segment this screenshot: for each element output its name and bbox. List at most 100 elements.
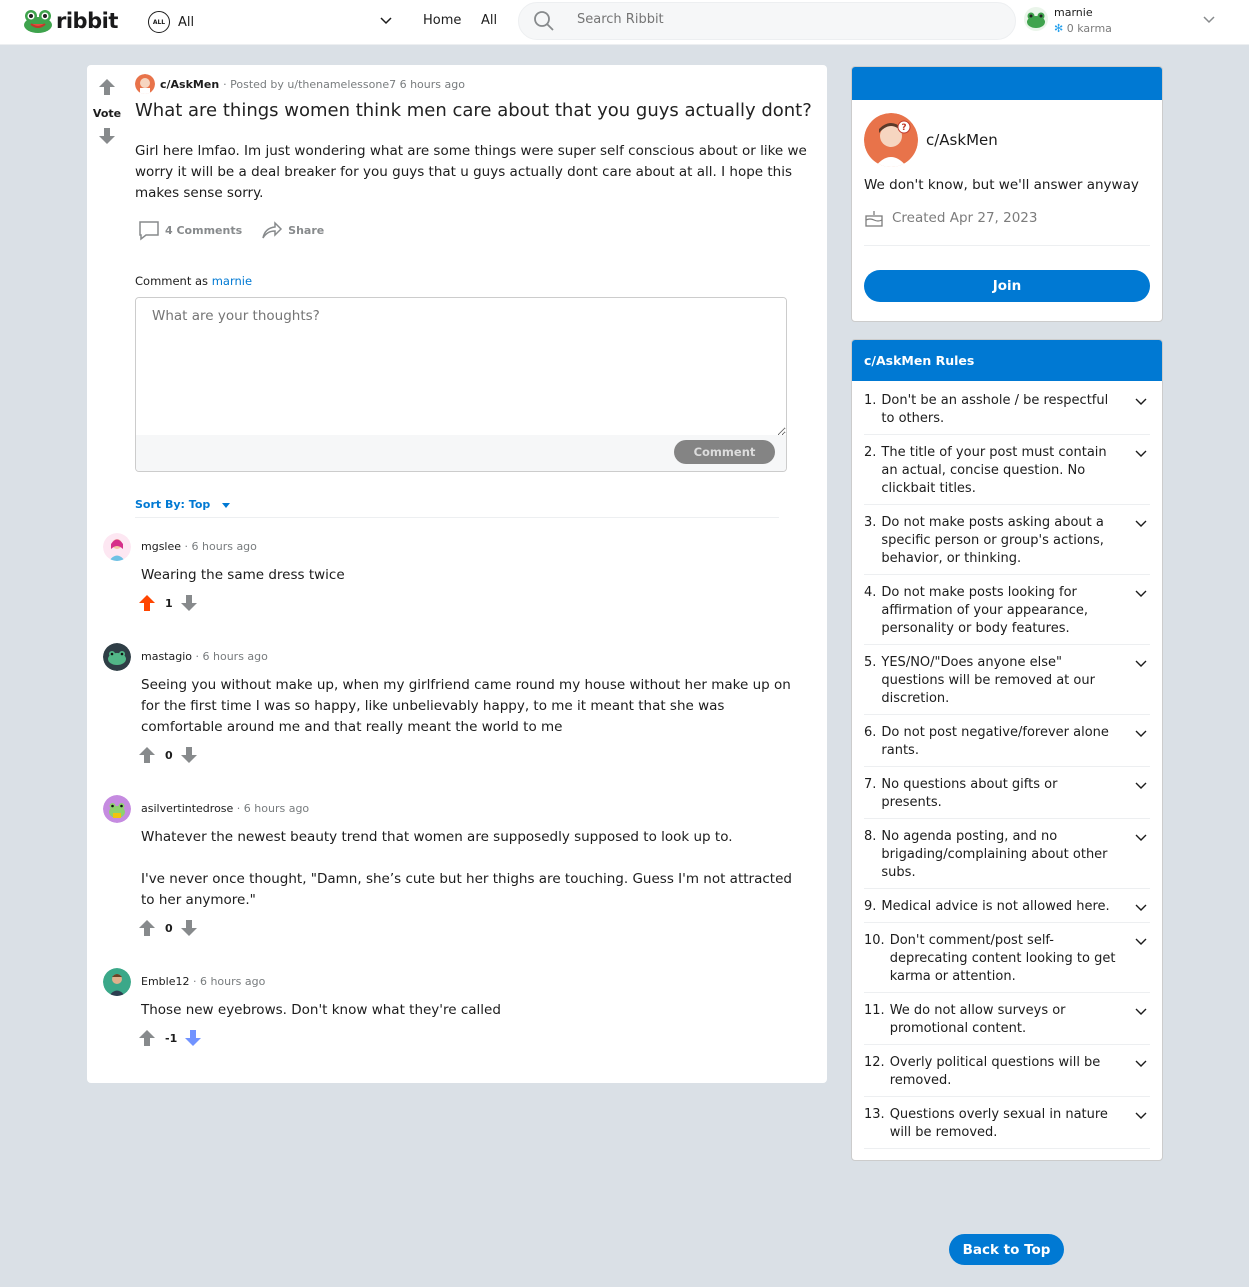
rule-number: 2. [864, 445, 877, 460]
comment-meta: Emble12 · 6 hours ago [141, 975, 265, 988]
commenter-avatar[interactable] [103, 643, 131, 671]
rule-text: We do not allow surveys or promotional c… [889, 1003, 1066, 1036]
back-to-top-button[interactable]: Back to Top [949, 1234, 1064, 1265]
upvote-arrow-icon[interactable] [137, 1028, 157, 1048]
rule-item[interactable]: 1. Don't be an asshole / be respectful to… [864, 383, 1150, 435]
comment-votes: -1 [137, 1028, 203, 1048]
downvote-arrow-icon[interactable] [179, 745, 199, 765]
rule-number: 3. [864, 515, 877, 530]
rule-number: 11. [864, 1003, 885, 1018]
rule-item[interactable]: 7. No questions about gifts or presents. [864, 767, 1150, 819]
comment-as-user[interactable]: marnie [212, 274, 252, 288]
rule-text: Medical advice is not allowed here. [881, 899, 1110, 914]
comment-meta: asilvertintedrose · 6 hours ago [141, 802, 309, 815]
ribbit-logo[interactable]: ribbit [22, 8, 118, 34]
submit-comment-button[interactable]: Comment [674, 440, 775, 464]
rule-item[interactable]: 10. Don't comment/post self-deprecating c… [864, 923, 1150, 993]
post-title: What are things women think men care abo… [135, 100, 812, 121]
chevron-down-icon[interactable] [1134, 587, 1148, 601]
rule-item[interactable]: 13. Questions overly sexual in nature wil… [864, 1097, 1150, 1149]
post-vote-column: Vote [87, 77, 127, 150]
downvote-arrow-icon[interactable] [179, 918, 199, 938]
chevron-down-icon[interactable] [1134, 727, 1148, 741]
rule-item[interactable]: 6. Do not post negative/forever alone ran… [864, 715, 1150, 767]
chevron-down-icon[interactable] [1134, 395, 1148, 409]
rule-item[interactable]: 3. Do not make posts asking about a speci… [864, 505, 1150, 575]
chevron-down-icon[interactable] [1134, 1005, 1148, 1019]
rule-text: Do not post negative/forever alone rants… [881, 725, 1109, 758]
downvote-arrow-icon[interactable] [97, 126, 117, 146]
post-meta: c/AskMen · Posted by u/thenamelessone7 6… [135, 74, 465, 94]
rule-item[interactable]: 11. We do not allow surveys or promotiona… [864, 993, 1150, 1045]
share-label: Share [288, 223, 325, 237]
comments-count: 4 Comments [165, 223, 243, 237]
comment-as-prefix: Comment as [135, 274, 212, 288]
rule-item[interactable]: 5. YES/NO/"Does anyone else" questions wi… [864, 645, 1150, 715]
search-input[interactable] [577, 12, 997, 27]
chevron-down-icon[interactable] [1134, 1057, 1148, 1071]
comment-author[interactable]: Emble12 [141, 975, 189, 988]
comment-score: 1 [165, 596, 173, 610]
search-bar[interactable] [518, 2, 1016, 40]
rule-number: 8. [864, 829, 877, 844]
upvote-arrow-icon[interactable] [97, 77, 117, 97]
nav-all-link[interactable]: All [481, 13, 497, 28]
join-button[interactable]: Join [864, 270, 1150, 302]
feed-selector[interactable]: ALL All [148, 10, 393, 34]
rule-text: No questions about gifts or presents. [881, 777, 1058, 810]
karma-count: ✻ 0 karma [1054, 22, 1112, 35]
rule-number: 13. [864, 1107, 885, 1122]
nav-home-link[interactable]: Home [423, 13, 461, 28]
upvote-arrow-icon[interactable] [137, 918, 157, 938]
svg-text:?: ? [901, 123, 906, 133]
rule-item[interactable]: 4. Do not make posts looking for affirmat… [864, 575, 1150, 645]
commenter-avatar[interactable] [103, 795, 131, 823]
upvote-arrow-icon[interactable] [137, 593, 157, 613]
sort-dropdown[interactable]: Sort By: Top [135, 498, 236, 511]
chevron-down-icon[interactable] [1134, 901, 1148, 915]
chevron-down-icon[interactable] [1134, 517, 1148, 531]
rule-item[interactable]: 2. The title of your post must contain an… [864, 435, 1150, 505]
rule-number: 7. [864, 777, 877, 792]
vote-label: Vote [92, 107, 122, 120]
chevron-down-icon [380, 17, 392, 25]
subreddit-link[interactable]: c/AskMen [160, 78, 219, 91]
username: marnie [1054, 6, 1093, 19]
rules-title: c/AskMen Rules [852, 340, 1162, 381]
downvote-arrow-icon[interactable] [179, 593, 199, 613]
commenter-avatar[interactable] [103, 533, 131, 561]
rule-item[interactable]: 8. No agenda posting, and no brigading/co… [864, 819, 1150, 889]
commenter-avatar[interactable] [103, 968, 131, 996]
comment-author[interactable]: mastagio [141, 650, 192, 663]
comment-text: Wearing the same dress twice [141, 567, 345, 583]
comment-author[interactable]: asilvertintedrose [141, 802, 233, 815]
all-feed-icon: ALL [148, 11, 170, 33]
rule-item[interactable]: 9. Medical advice is not allowed here. [864, 889, 1150, 923]
chevron-down-icon[interactable] [1134, 779, 1148, 793]
user-menu[interactable]: marnie ✻ 0 karma [1024, 5, 1224, 39]
comment-meta: mastagio · 6 hours ago [141, 650, 268, 663]
comment-author[interactable]: mgslee [141, 540, 181, 553]
upvote-arrow-icon[interactable] [137, 745, 157, 765]
chevron-down-icon [1203, 16, 1215, 24]
rule-text: The title of your post must contain an a… [881, 445, 1107, 496]
chevron-down-icon[interactable] [1134, 1109, 1148, 1123]
chevron-down-icon[interactable] [1134, 935, 1148, 949]
post-body: Girl here lmfao. Im just wondering what … [135, 143, 807, 201]
share-button[interactable]: Share [260, 219, 324, 241]
rule-item[interactable]: 12. Overly political questions will be re… [864, 1045, 1150, 1097]
chevron-down-icon[interactable] [1134, 657, 1148, 671]
chevron-down-icon[interactable] [1134, 447, 1148, 461]
chevron-down-icon[interactable] [1134, 831, 1148, 845]
rule-number: 4. [864, 585, 877, 600]
rule-text: YES/NO/"Does anyone else" questions will… [881, 655, 1095, 706]
comments-button[interactable]: 4 Comments [137, 219, 242, 241]
about-banner [852, 67, 1162, 100]
post-card: Vote c/AskMen · Posted by u/thenamelesso… [87, 65, 827, 1083]
comment-textarea[interactable] [136, 298, 786, 436]
caret-down-icon [222, 502, 231, 508]
subreddit-avatar[interactable] [135, 74, 155, 94]
comment-time: · 6 hours ago [195, 650, 268, 663]
comment-meta: mgslee · 6 hours ago [141, 540, 257, 553]
downvote-arrow-icon[interactable] [183, 1028, 203, 1048]
